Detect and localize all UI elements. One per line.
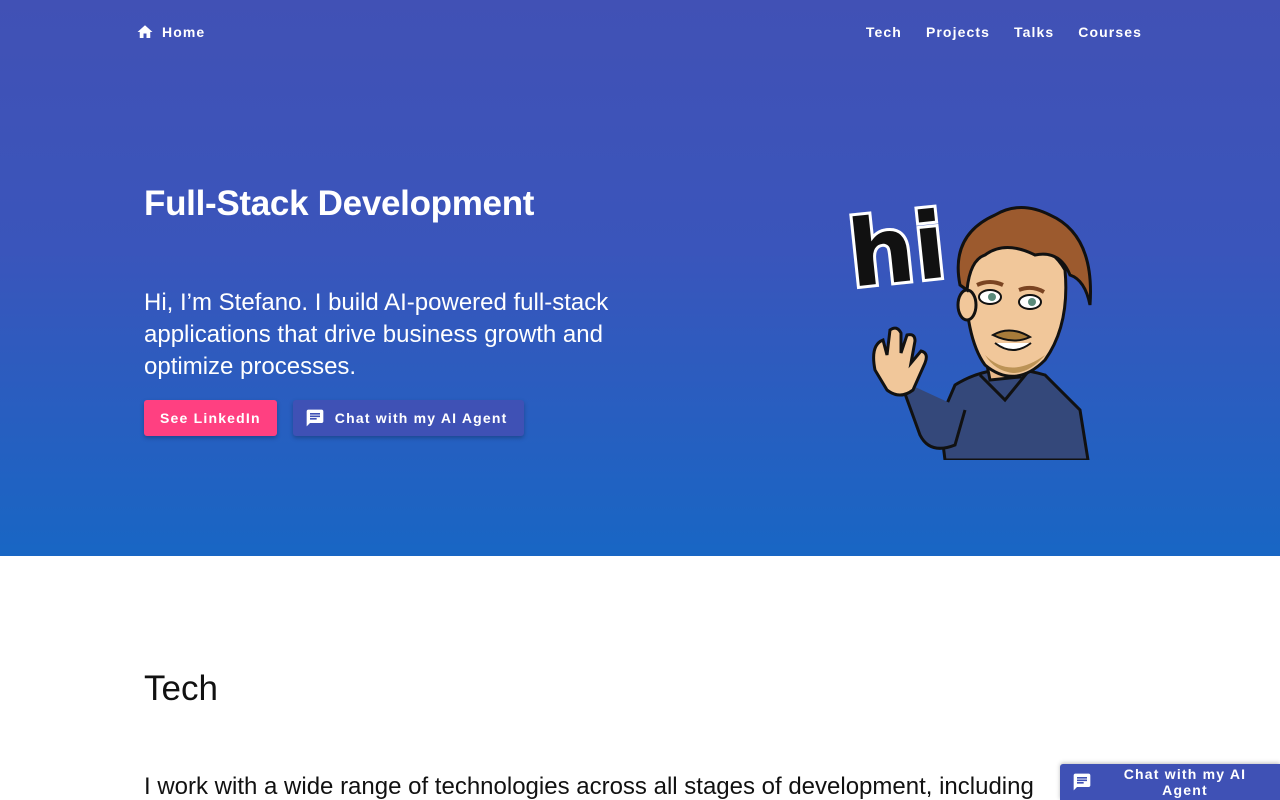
nav-home-link[interactable]: Home bbox=[136, 20, 205, 44]
hero-section: Home Tech Projects Talks Courses Full-St… bbox=[0, 0, 1280, 556]
hero-lead-text: Hi, I’m Stefano. I build AI-powered full… bbox=[144, 289, 609, 380]
nav-link-projects[interactable]: Projects bbox=[924, 24, 992, 40]
avatar-hi-text: hi bbox=[845, 195, 951, 308]
chat-agent-button[interactable]: Chat with my AI Agent bbox=[292, 400, 524, 436]
home-icon bbox=[136, 23, 154, 41]
see-linkedin-button[interactable]: See LinkedIn bbox=[144, 400, 277, 436]
tech-section-text: I work with a wide range of technologies… bbox=[144, 773, 1034, 800]
chat-icon bbox=[305, 408, 325, 428]
hero-title: Full-Stack Development bbox=[144, 184, 535, 223]
chat-icon bbox=[1072, 772, 1092, 792]
nav-links: Tech Projects Talks Courses bbox=[864, 20, 1144, 44]
nav-home-label: Home bbox=[162, 24, 206, 40]
top-navbar: Home Tech Projects Talks Courses bbox=[0, 0, 1280, 64]
nav-link-courses[interactable]: Courses bbox=[1076, 24, 1144, 40]
see-linkedin-label: See LinkedIn bbox=[160, 410, 261, 426]
nav-link-tech[interactable]: Tech bbox=[864, 24, 904, 40]
hero-actions: See LinkedIn Chat with my AI Agent bbox=[144, 400, 524, 436]
nav-link-talks[interactable]: Talks bbox=[1012, 24, 1056, 40]
chat-agent-label: Chat with my AI Agent bbox=[334, 410, 508, 426]
avatar-illustration: hi bbox=[840, 189, 1105, 462]
tech-section-title: Tech bbox=[144, 669, 218, 708]
floating-chat-button[interactable]: Chat with my AI Agent bbox=[1060, 764, 1280, 800]
floating-chat-label: Chat with my AI Agent bbox=[1123, 766, 1247, 798]
